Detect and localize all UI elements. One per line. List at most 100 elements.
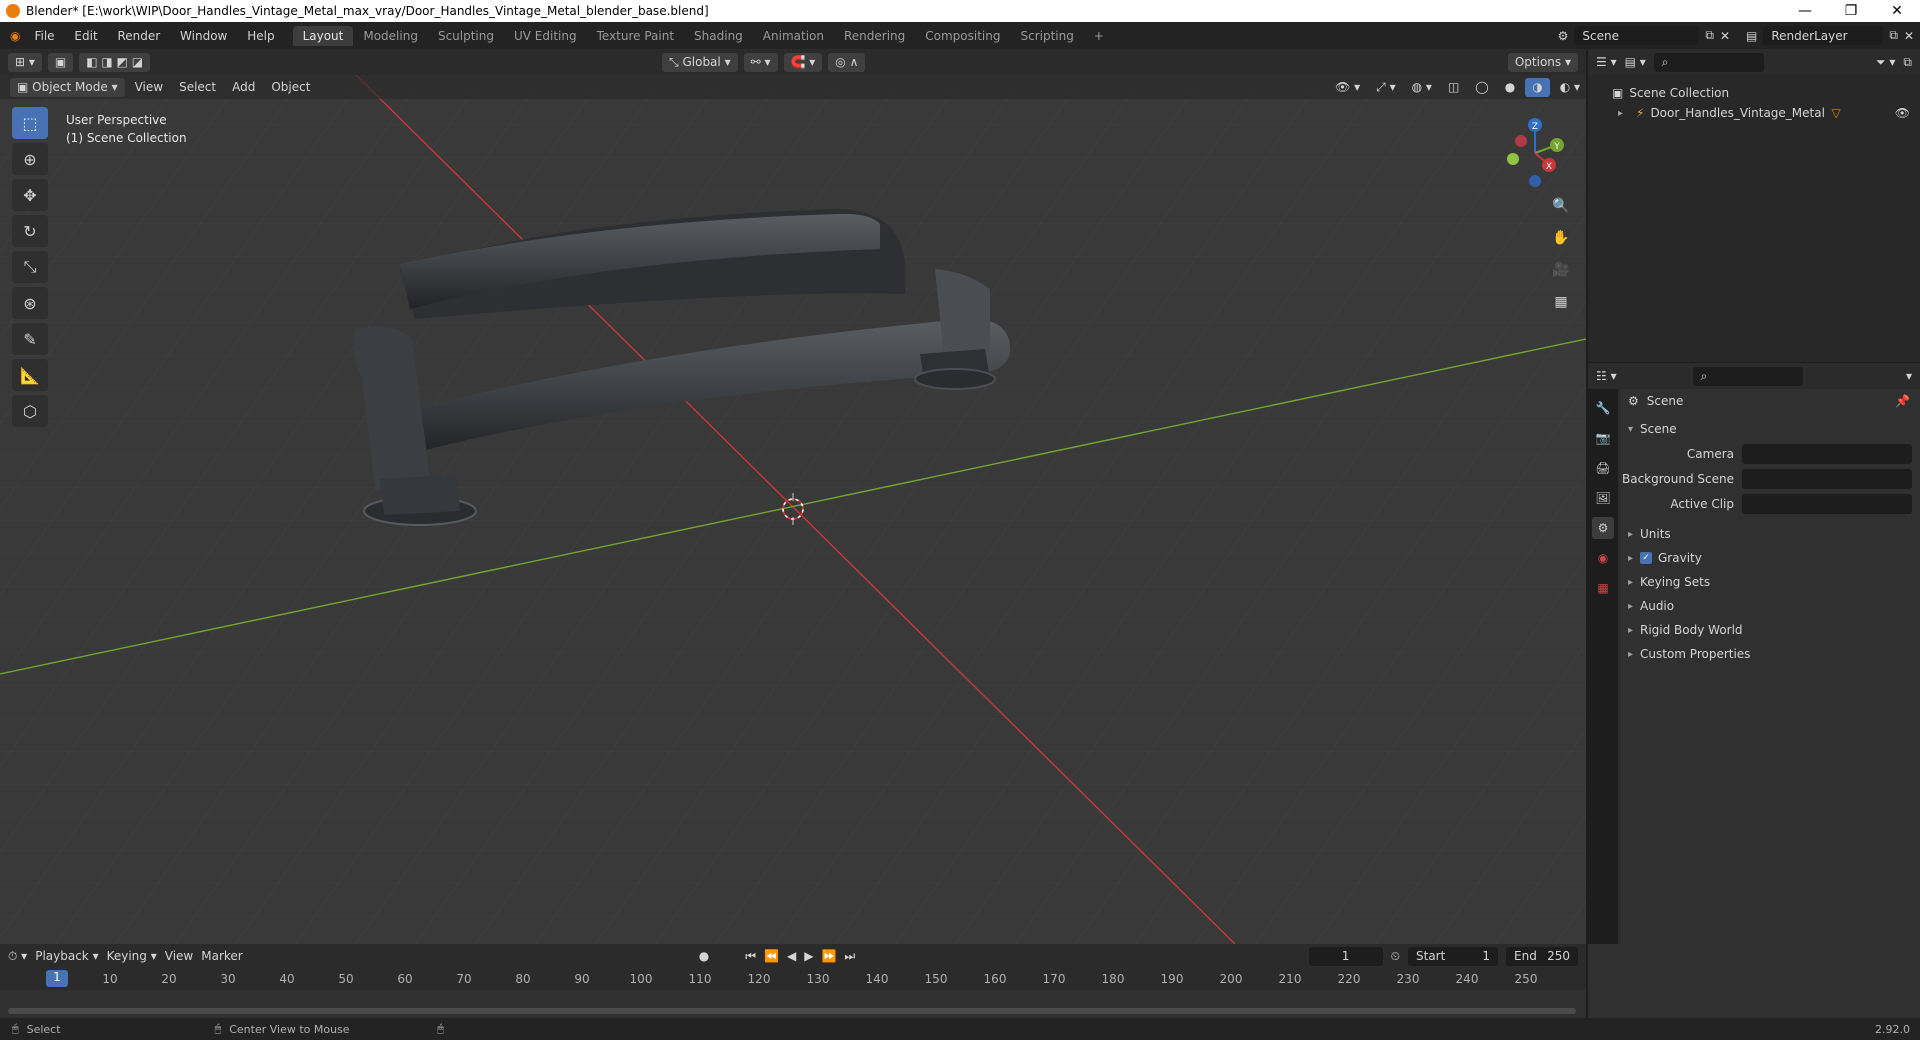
select-mode-button[interactable]: ▣ <box>47 52 74 72</box>
keying-menu[interactable]: Keying ▾ <box>107 949 157 963</box>
tab-texture-paint[interactable]: Texture Paint <box>587 26 684 46</box>
select-menu[interactable]: Select <box>173 79 222 95</box>
render-layer-icon[interactable]: ▤ <box>1746 29 1757 43</box>
scale-tool-icon[interactable]: ⤡ <box>12 251 48 283</box>
active-clip-field[interactable] <box>1742 493 1912 514</box>
rigid-body-world-panel[interactable]: ▸ Rigid Body World <box>1620 618 1920 642</box>
jump-end-icon[interactable]: ⏭ <box>844 949 855 964</box>
menu-render[interactable]: Render <box>109 29 168 43</box>
viewport-scene[interactable] <box>0 49 1586 944</box>
cursor-tool-icon[interactable]: ⊕ <box>12 143 48 175</box>
eye-icon[interactable]: 👁 <box>1895 106 1910 120</box>
record-button-icon[interactable]: ● <box>699 949 709 963</box>
material-shading-icon[interactable]: ◑ <box>1525 77 1550 97</box>
tool-tab-icon[interactable]: 🔧 <box>1592 397 1614 419</box>
scene-icon[interactable]: ⚙ <box>1558 29 1569 43</box>
display-mode-icon[interactable]: ▤ ▾ <box>1625 55 1646 69</box>
snap-icon[interactable]: 🧲 ▾ <box>783 52 823 72</box>
overlay-toggle-icon[interactable]: ◍ ▾ <box>1406 79 1438 95</box>
tab-compositing[interactable]: Compositing <box>915 26 1010 46</box>
timeline-editor-icon[interactable]: ⏱ ▾ <box>8 949 27 964</box>
filter-icon[interactable]: ⏷ ▾ <box>1876 55 1895 70</box>
new-collection-icon[interactable]: ⧉ <box>1903 55 1912 70</box>
ortho-grid-icon[interactable]: ▦ <box>1548 291 1574 313</box>
play-icon[interactable]: ▶ <box>804 949 813 963</box>
marker-menu[interactable]: Marker <box>201 949 242 963</box>
properties-editor-icon[interactable]: ☷ ▾ <box>1596 369 1617 383</box>
tab-rendering[interactable]: Rendering <box>834 26 915 46</box>
pin-icon[interactable]: 📌 <box>1895 394 1910 408</box>
play-reverse-icon[interactable]: ◀ <box>787 949 796 963</box>
xray-icon[interactable]: ◫ <box>1442 79 1465 95</box>
audio-panel[interactable]: ▸ Audio <box>1620 594 1920 618</box>
scene-name-field[interactable]: Scene <box>1574 26 1700 45</box>
add-workspace-icon[interactable]: + <box>1084 26 1114 46</box>
transform-tool-icon[interactable]: ⊛ <box>12 287 48 319</box>
timeline-scrollbar[interactable] <box>8 1008 1576 1014</box>
expand-arrow-icon[interactable]: ▸ <box>1618 108 1630 119</box>
current-frame-indicator[interactable]: 1 <box>46 970 68 987</box>
editor-type-button[interactable]: ⊞ ▾ <box>8 52 42 72</box>
tab-scripting[interactable]: Scripting <box>1010 26 1083 46</box>
render-layer-field[interactable]: RenderLayer <box>1763 26 1884 45</box>
object-mode-dropdown[interactable]: ▣ Object Mode ▾ <box>10 77 125 97</box>
solid-shading-icon[interactable]: ● <box>1499 79 1521 95</box>
outliner-editor-icon[interactable]: ☰ ▾ <box>1596 55 1617 69</box>
outliner-search-input[interactable]: ⌕ <box>1653 52 1764 72</box>
move-tool-icon[interactable]: ✥ <box>12 179 48 211</box>
timeline-view-menu[interactable]: View <box>165 949 193 963</box>
pivot-icon[interactable]: ⚯ ▾ <box>743 52 778 72</box>
visibility-icon[interactable]: 👁 ▾ <box>1329 79 1366 95</box>
jump-start-icon[interactable]: ⏮ <box>745 949 756 964</box>
options-dropdown[interactable]: Options ▾ <box>1507 52 1578 72</box>
playback-menu[interactable]: Playback ▾ <box>35 949 98 963</box>
tab-animation[interactable]: Animation <box>753 26 834 46</box>
object-menu[interactable]: Object <box>265 79 316 95</box>
menu-file[interactable]: File <box>26 29 62 43</box>
minimize-button[interactable]: — <box>1782 3 1828 19</box>
start-frame-field[interactable]: Start 1 <box>1408 946 1498 966</box>
orientation-dropdown[interactable]: ⤡ Global ▾ <box>662 52 738 72</box>
texture-tab-icon[interactable]: ▦ <box>1592 577 1614 599</box>
new-layer-icon[interactable]: ⧉ <box>1889 28 1898 43</box>
frame-ruler[interactable]: 1 10 20 30 40 50 60 70 80 90 100 110 120… <box>0 968 1586 990</box>
camera-view-icon[interactable]: 🎥 <box>1548 259 1574 281</box>
outliner-item[interactable]: ▸ ⚡ Door_Handles_Vintage_Metal ▽ 👁 <box>1588 103 1920 123</box>
outliner-scene-collection[interactable]: ▣ Scene Collection <box>1588 83 1920 103</box>
view-layer-tab-icon[interactable]: 🖼 <box>1592 487 1614 509</box>
keying-sets-panel[interactable]: ▸ Keying Sets <box>1620 570 1920 594</box>
add-menu[interactable]: Add <box>226 79 261 95</box>
view-menu[interactable]: View <box>129 79 169 95</box>
menu-help[interactable]: Help <box>239 29 282 43</box>
delete-layer-icon[interactable]: ✕ <box>1904 29 1914 43</box>
select-box-icons[interactable]: ◧ ◨ ◩ ◪ <box>79 52 151 72</box>
preview-range-icon[interactable]: ⏲ <box>1391 949 1400 964</box>
custom-properties-panel[interactable]: ▸ Custom Properties <box>1620 642 1920 666</box>
blender-menu-icon[interactable]: ◉ <box>10 29 20 43</box>
prev-key-icon[interactable]: ⏪ <box>764 949 779 963</box>
annotate-tool-icon[interactable]: ✎ <box>12 323 48 355</box>
delete-scene-icon[interactable]: ✕ <box>1720 29 1730 43</box>
menu-window[interactable]: Window <box>172 29 235 43</box>
gravity-panel[interactable]: ▸ ✓ Gravity <box>1620 546 1920 570</box>
add-cube-tool-icon[interactable]: ⬡ <box>12 395 48 427</box>
units-panel[interactable]: ▸ Units <box>1620 522 1920 546</box>
close-button[interactable]: ✕ <box>1874 3 1920 19</box>
wireframe-shading-icon[interactable]: ◯ <box>1469 79 1494 95</box>
rotate-tool-icon[interactable]: ↻ <box>12 215 48 247</box>
properties-search-input[interactable]: ⌕ <box>1692 366 1803 386</box>
3d-viewport[interactable]: ⊞ ▾ ▣ ◧ ◨ ◩ ◪ ⤡ Global ▾ ⚯ ▾ 🧲 ▾ ◎ ∧ Opt… <box>0 49 1586 944</box>
tab-modeling[interactable]: Modeling <box>353 26 428 46</box>
properties-options-icon[interactable]: ▾ <box>1906 369 1912 383</box>
end-frame-field[interactable]: End 250 <box>1506 946 1578 966</box>
tab-shading[interactable]: Shading <box>684 26 753 46</box>
background-scene-field[interactable] <box>1742 468 1912 489</box>
new-scene-icon[interactable]: ⧉ <box>1705 28 1714 43</box>
gizmo-toggle-icon[interactable]: ⤢ ▾ <box>1370 79 1401 96</box>
next-key-icon[interactable]: ⏩ <box>821 949 836 963</box>
world-tab-icon[interactable]: ◉ <box>1592 547 1614 569</box>
pan-hand-icon[interactable]: ✋ <box>1548 227 1574 249</box>
menu-edit[interactable]: Edit <box>66 29 105 43</box>
tab-uv-editing[interactable]: UV Editing <box>504 26 587 46</box>
output-tab-icon[interactable]: 🖨 <box>1592 457 1614 479</box>
